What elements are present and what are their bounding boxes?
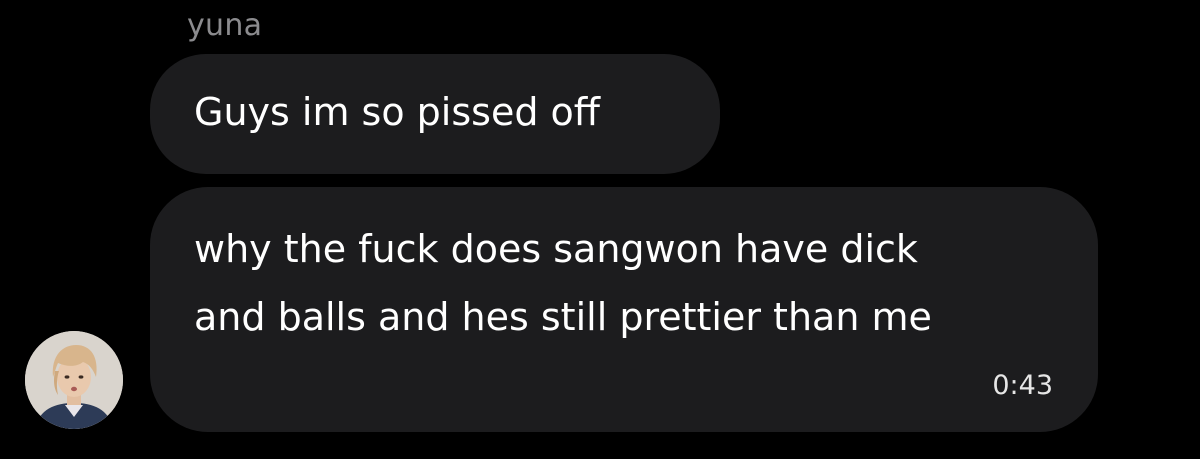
message-text: why the fuck does sangwon have dick and … <box>194 227 932 339</box>
message-bubble[interactable]: Guys im so pissed off <box>150 54 720 174</box>
message-text: Guys im so pissed off <box>194 90 600 134</box>
message-timestamp: 0:43 <box>992 370 1053 401</box>
avatar[interactable] <box>25 331 123 429</box>
sender-name: yuna <box>187 8 263 43</box>
message-bubble[interactable]: why the fuck does sangwon have dick and … <box>150 187 1098 432</box>
profile-photo-icon <box>25 331 123 429</box>
